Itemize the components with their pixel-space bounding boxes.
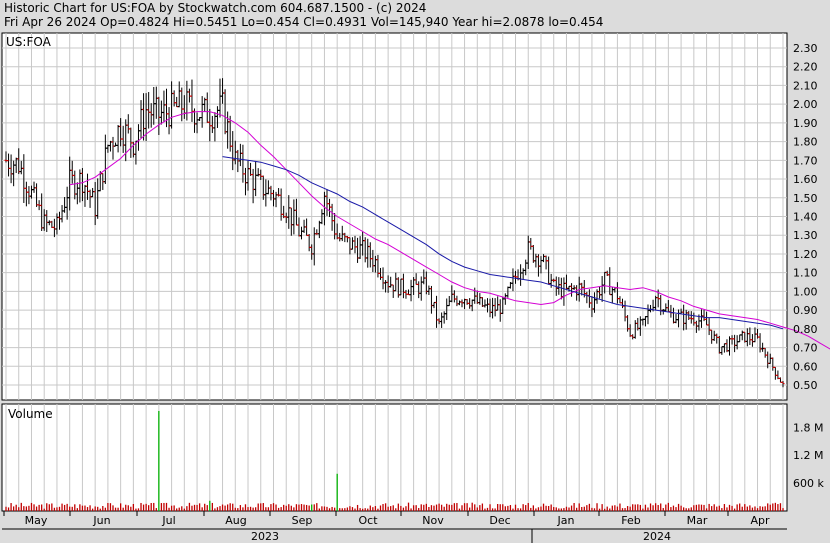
price-tick-label: 1.60 xyxy=(793,173,818,186)
price-tick-label: 1.00 xyxy=(793,285,818,298)
month-label: Apr xyxy=(750,514,770,527)
month-label: Jul xyxy=(161,514,175,527)
price-tick-label: 1.80 xyxy=(793,136,818,149)
price-tick-label: 2.10 xyxy=(793,79,818,92)
price-tick-label: 1.30 xyxy=(793,229,818,242)
price-tick-label: 0.60 xyxy=(793,360,818,373)
month-label: Nov xyxy=(422,514,444,527)
volume-title: Volume xyxy=(8,407,53,421)
volume-panel xyxy=(1,403,788,512)
price-tick-label: 0.50 xyxy=(793,379,818,392)
month-label: Jun xyxy=(92,514,110,527)
price-tick-label: 2.30 xyxy=(793,42,818,55)
price-tick-label: 0.70 xyxy=(793,342,818,355)
chart-window: Historic Chart for US:FOA by Stockwatch.… xyxy=(0,0,830,543)
month-label: Sep xyxy=(292,514,313,527)
price-tick-label: 1.10 xyxy=(793,267,818,280)
month-label: Dec xyxy=(489,514,510,527)
year-label: 2023 xyxy=(251,530,279,543)
month-label: Mar xyxy=(687,514,708,527)
price-tick-label: 1.90 xyxy=(793,117,818,130)
volume-tick-label: 600 k xyxy=(793,477,824,490)
year-label: 2024 xyxy=(643,530,671,543)
month-label: Feb xyxy=(621,514,640,527)
volume-tick-label: 1.2 M xyxy=(793,449,823,462)
month-label: May xyxy=(25,514,48,527)
price-tick-label: 1.20 xyxy=(793,248,818,261)
price-tick-label: 1.50 xyxy=(793,192,818,205)
volume-tick-label: 1.8 M xyxy=(793,421,823,434)
price-tick-label: 0.90 xyxy=(793,304,818,317)
stock-chart: 2.30 2.20 2.10 2.00 1.90 1.80 1.70 1.60 1.50 1.40… xyxy=(1,32,830,543)
price-tick-label: 1.40 xyxy=(793,211,818,224)
price-tick-label: 2.20 xyxy=(793,61,818,74)
price-tick-label: 1.70 xyxy=(793,154,818,167)
symbol-label: US:FOA xyxy=(6,35,52,49)
price-tick-label: 0.80 xyxy=(793,323,818,336)
price-tick-label: 2.00 xyxy=(793,98,818,111)
month-label: Aug xyxy=(225,514,246,527)
month-label: Oct xyxy=(358,514,378,527)
month-label: Jan xyxy=(557,514,575,527)
